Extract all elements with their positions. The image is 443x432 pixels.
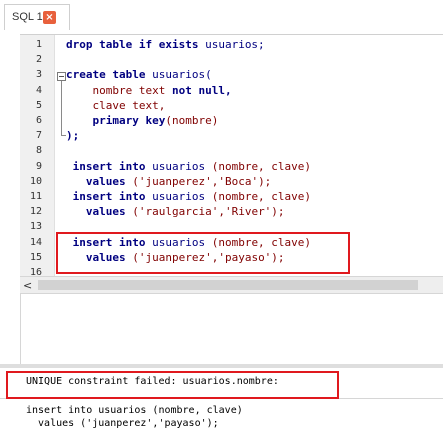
code-token: clave text, [66, 98, 166, 112]
code-token: drop table if exists [66, 38, 206, 51]
code-token: (nombre, clave) [211, 159, 312, 173]
line-number: 11 [29, 191, 42, 202]
line-number: 13 [29, 221, 42, 233]
code-line: primary key(nombre) [66, 114, 218, 127]
line-number: 14 [29, 236, 42, 248]
highlight-box-error [6, 371, 339, 399]
horizontal-scrollbar[interactable]: < [20, 276, 443, 294]
code-token: usuarios [152, 159, 212, 173]
code-line: ); [66, 129, 79, 142]
code-line: values ('raulgarcia','River'); [66, 205, 285, 218]
line-number: 3 [35, 69, 42, 81]
code-line: drop table if exists usuarios; [66, 38, 265, 51]
code-token: insert into [66, 190, 153, 203]
code-token: nombre text [66, 83, 172, 97]
code-token: values [66, 205, 133, 219]
line-number: 4 [35, 84, 42, 96]
fold-toggle-icon[interactable] [57, 72, 66, 81]
query-line-2: values ('juanperez','payaso'); [26, 418, 219, 429]
line-number: 2 [35, 54, 42, 66]
code-token: create table [66, 68, 153, 82]
code-line: clave text, [66, 99, 165, 112]
line-number: 7 [35, 130, 42, 142]
code-token: (nombre) [165, 114, 219, 127]
tab-sql-1[interactable]: SQL 1 × [4, 4, 70, 30]
tab-bar: SQL 1 × [0, 0, 443, 32]
line-number: 8 [35, 145, 42, 157]
fold-guide [61, 81, 62, 135]
code-token: usuarios( [152, 68, 212, 82]
code-token: values [66, 174, 133, 188]
scroll-left-arrow-icon[interactable]: < [23, 279, 32, 292]
code-token: not null, [171, 83, 232, 97]
code-token: usuarios; [205, 38, 265, 51]
code-line: insert into usuarios (nombre, clave) [66, 190, 311, 203]
line-number: 9 [35, 160, 42, 172]
scrollbar-thumb[interactable] [38, 280, 418, 290]
code-line: nombre text not null, [66, 83, 232, 97]
line-number: 10 [29, 175, 42, 187]
code-line: create table usuarios( [66, 68, 212, 81]
line-number: 6 [35, 115, 42, 126]
query-line-1: insert into usuarios (nombre, clave) [26, 405, 243, 416]
result-pane [20, 294, 443, 364]
close-icon[interactable]: × [43, 11, 56, 24]
code-token: insert into [66, 159, 153, 173]
line-number: 5 [35, 99, 42, 111]
line-number: 15 [29, 251, 42, 263]
line-number: 1 [35, 39, 42, 50]
line-number: 12 [29, 206, 42, 218]
code-token: (nombre, clave) [211, 190, 312, 203]
tab-label: SQL 1 [12, 11, 43, 23]
code-token: primary key [66, 114, 166, 127]
highlight-box-insert [56, 232, 350, 274]
code-token: ); [66, 129, 80, 143]
code-token: ('juanperez','Boca'); [132, 174, 272, 188]
code-token: usuarios [152, 190, 212, 203]
code-line: insert into usuarios (nombre, clave) [66, 160, 311, 173]
code-token: ('raulgarcia','River'); [132, 205, 285, 219]
code-line: values ('juanperez','Boca'); [66, 175, 271, 188]
